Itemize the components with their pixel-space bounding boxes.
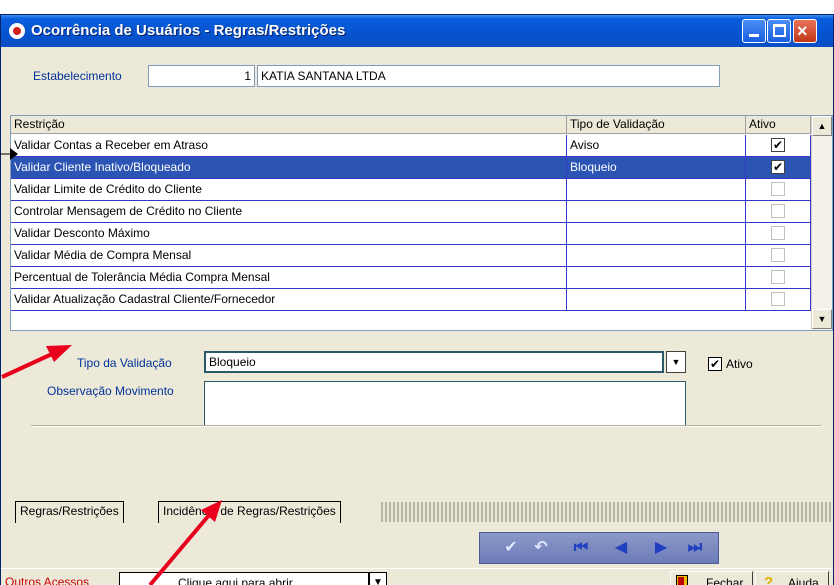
table-row[interactable]: Validar Contas a Receber em Atraso Aviso ✔	[11, 135, 811, 157]
cell-ativo[interactable]	[746, 223, 811, 245]
main-panel: Estabelecimento 1 KATIA SANTANA LTDA Res…	[1, 47, 833, 585]
tipo-validacao-dropdown-button[interactable]: ▼	[666, 351, 686, 373]
cell-ativo[interactable]	[746, 179, 811, 201]
tab-regras-restricoes[interactable]: Regras/Restrições	[15, 501, 124, 523]
ativo-checkbox[interactable]: ✔	[771, 138, 785, 152]
restricoes-grid: Restrição Tipo de Validação Ativo Valida…	[10, 115, 833, 331]
outros-acessos-combo[interactable]: Clique aqui para abrir	[119, 572, 369, 585]
tipo-validacao-select[interactable]: Bloqueio	[204, 351, 664, 373]
cell-restricao[interactable]: Validar Atualização Cadastral Cliente/Fo…	[11, 289, 567, 311]
cell-tipo-validacao[interactable]	[567, 223, 746, 245]
close-button[interactable]: ×	[793, 19, 817, 43]
observacao-label: Observação Movimento	[47, 384, 174, 398]
estabelecimento-code-field[interactable]: 1	[148, 65, 255, 87]
help-icon: ?	[764, 574, 774, 585]
chevron-down-icon: ▼	[671, 357, 681, 367]
column-header-ativo[interactable]: Ativo	[746, 116, 811, 134]
cell-restricao[interactable]: Validar Limite de Crédito do Cliente	[11, 179, 567, 201]
cell-tipo-validacao[interactable]: Aviso	[567, 135, 746, 157]
table-row[interactable]: Validar Desconto Máximo	[11, 223, 811, 245]
app-icon	[9, 23, 25, 39]
table-row[interactable]: Validar Limite de Crédito do Cliente	[11, 179, 811, 201]
ativo-checkbox[interactable]	[771, 204, 785, 218]
next-record-icon[interactable]: ▶	[650, 537, 672, 559]
status-bar: Outros Acessos Clique aqui para abrir ▼ …	[1, 568, 833, 585]
column-header-restricao[interactable]: Restrição	[11, 116, 567, 134]
first-record-icon[interactable]: ⏮	[570, 537, 592, 559]
close-icon: ×	[797, 21, 808, 41]
cell-ativo[interactable]: ✔	[746, 157, 811, 179]
cell-tipo-validacao[interactable]	[567, 201, 746, 223]
outros-acessos-label: Outros Acessos	[5, 575, 90, 585]
table-row[interactable]: Validar Atualização Cadastral Cliente/Fo…	[11, 289, 811, 311]
cell-tipo-validacao[interactable]	[567, 245, 746, 267]
divider	[31, 425, 821, 427]
grid-scrollbar[interactable]: ▲ ▼	[811, 116, 832, 330]
cell-tipo-validacao[interactable]: Bloqueio	[567, 157, 746, 179]
cell-restricao[interactable]: Validar Cliente Inativo/Bloqueado	[11, 157, 567, 179]
check-icon: ✔	[772, 138, 784, 152]
cell-ativo[interactable]	[746, 201, 811, 223]
ativo-checkbox[interactable]	[771, 226, 785, 240]
table-row[interactable]: Controlar Mensagem de Crédito no Cliente	[11, 201, 811, 223]
chevron-down-icon: ▼	[373, 577, 383, 585]
estabelecimento-label: Estabelecimento	[33, 69, 122, 83]
ativo-checkbox[interactable]: ✔	[708, 357, 722, 371]
cell-restricao[interactable]: Percentual de Tolerância Média Compra Me…	[11, 267, 567, 289]
ajuda-label: Ajuda	[788, 576, 819, 585]
estabelecimento-name-field[interactable]: KATIA SANTANA LTDA	[257, 65, 720, 87]
column-header-tipo[interactable]: Tipo de Validação	[567, 116, 746, 134]
cell-restricao[interactable]: Controlar Mensagem de Crédito no Cliente	[11, 201, 567, 223]
tab-incidencia-regras[interactable]: Incidência de Regras/Restrições	[158, 501, 341, 523]
ativo-checkbox[interactable]	[771, 292, 785, 306]
ativo-checkbox[interactable]	[771, 270, 785, 284]
table-row[interactable]: Percentual de Tolerância Média Compra Me…	[11, 267, 811, 289]
title-bar[interactable]: Ocorrência de Usuários - Regras/Restriçõ…	[1, 15, 833, 47]
fechar-label: Fechar	[706, 576, 744, 585]
maximize-icon	[773, 24, 786, 37]
cell-ativo[interactable]: ✔	[746, 135, 811, 157]
minimize-icon	[749, 34, 759, 37]
application-window: Ocorrência de Usuários - Regras/Restriçõ…	[0, 14, 834, 585]
check-icon: ✔	[709, 357, 721, 371]
cell-restricao[interactable]: Validar Média de Compra Mensal	[11, 245, 567, 267]
table-row[interactable]: Validar Cliente Inativo/Bloqueado Bloquei…	[11, 157, 811, 179]
confirm-icon[interactable]: ✔	[500, 537, 522, 559]
cell-tipo-validacao[interactable]	[567, 179, 746, 201]
cell-restricao[interactable]: Validar Desconto Máximo	[11, 223, 567, 245]
previous-record-icon[interactable]: ◀	[610, 537, 632, 559]
cell-tipo-validacao[interactable]	[567, 267, 746, 289]
maximize-button[interactable]	[767, 19, 791, 43]
minimize-button[interactable]	[742, 19, 766, 43]
ativo-checkbox[interactable]: ✔	[771, 160, 785, 174]
cell-restricao[interactable]: Validar Contas a Receber em Atraso	[11, 135, 567, 157]
cell-ativo[interactable]	[746, 245, 811, 267]
last-record-icon[interactable]: ⏭	[684, 537, 706, 559]
check-icon: ✔	[772, 160, 784, 174]
ajuda-button[interactable]: ? Ajuda	[755, 571, 829, 585]
undo-icon[interactable]: ↶	[530, 537, 552, 559]
tipo-validacao-label: Tipo da Validação	[77, 356, 172, 370]
window-title: Ocorrência de Usuários - Regras/Restriçõ…	[31, 22, 346, 39]
scroll-down-icon: ▼	[817, 314, 827, 324]
scroll-down-button[interactable]: ▼	[812, 309, 832, 329]
observacao-textarea[interactable]	[204, 381, 686, 427]
cell-ativo[interactable]	[746, 267, 811, 289]
cell-ativo[interactable]	[746, 289, 811, 311]
scroll-up-icon: ▲	[817, 121, 827, 131]
fechar-button[interactable]: Fechar	[670, 571, 753, 585]
cell-tipo-validacao[interactable]	[567, 289, 746, 311]
ativo-checkbox[interactable]	[771, 182, 785, 196]
scroll-up-button[interactable]: ▲	[812, 116, 832, 136]
door-inner-icon	[678, 577, 684, 585]
record-navigator: ✔ ↶ ⏮ ◀ ▶ ⏭	[479, 532, 719, 564]
table-row[interactable]: Validar Média de Compra Mensal	[11, 245, 811, 267]
outros-acessos-dropdown[interactable]: ▼	[369, 572, 387, 585]
ativo-checkbox[interactable]	[771, 248, 785, 262]
ativo-label: Ativo	[726, 357, 753, 371]
tab-strip-line	[381, 502, 833, 522]
